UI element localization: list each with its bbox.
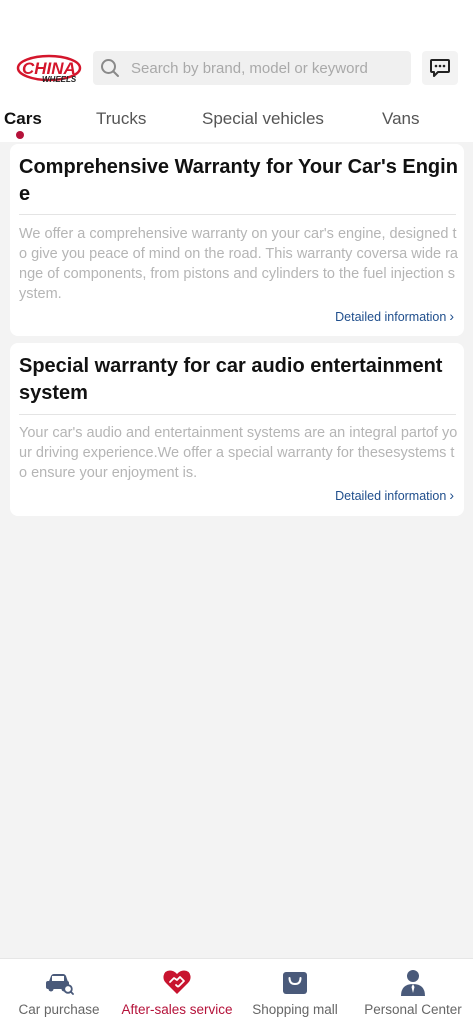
card-divider <box>19 214 456 215</box>
nav-label: Car purchase <box>18 1002 100 1017</box>
chevron-right-icon: › <box>449 487 454 503</box>
nav-after-sales-service[interactable]: After-sales service <box>118 959 236 1024</box>
header-bar: CHINA WHEELS <box>0 44 473 96</box>
tab-vans[interactable]: Vans <box>382 109 420 129</box>
chevron-right-icon: › <box>449 308 454 324</box>
nav-car-purchase[interactable]: Car purchase <box>0 959 118 1024</box>
nav-label: Shopping mall <box>252 1002 338 1017</box>
search-icon <box>100 58 120 78</box>
detailed-information-link[interactable]: Detailed information › <box>335 308 454 324</box>
car-search-icon <box>44 967 74 997</box>
logo-subtext: WHEELS <box>42 75 77 84</box>
tab-special-vehicles[interactable]: Special vehicles <box>202 109 324 129</box>
tab-trucks[interactable]: Trucks <box>96 109 146 129</box>
tab-cars[interactable]: Cars <box>4 109 42 129</box>
warranty-card[interactable]: Special warranty for car audio entertain… <box>10 343 464 516</box>
card-title: Comprehensive Warranty for Your Car's En… <box>19 156 458 205</box>
warranty-card[interactable]: Comprehensive Warranty for Your Car's En… <box>10 144 464 336</box>
status-bar <box>0 0 473 44</box>
active-tab-indicator <box>16 131 24 139</box>
nav-label: Personal Center <box>364 1002 462 1017</box>
nav-shopping-mall[interactable]: Shopping mall <box>236 959 354 1024</box>
category-tabs: Cars Trucks Special vehicles Vans <box>0 96 473 142</box>
nav-label: After-sales service <box>121 1002 233 1017</box>
bottom-navigation: Car purchase After-sales service Shoppin… <box>0 958 473 1024</box>
detail-link-label: Detailed information <box>335 489 447 503</box>
detail-link-label: Detailed information <box>335 310 447 324</box>
handshake-heart-icon <box>162 967 192 997</box>
card-description: Your car's audio and entertainment syste… <box>19 425 458 481</box>
detailed-information-link[interactable]: Detailed information › <box>335 487 454 503</box>
person-icon <box>398 967 428 997</box>
card-title: Special warranty for car audio entertain… <box>19 355 443 404</box>
china-wheels-logo[interactable]: CHINA WHEELS <box>16 54 84 86</box>
card-divider <box>19 414 456 415</box>
chat-bubble-icon <box>430 59 450 77</box>
shopping-bag-icon <box>280 967 310 997</box>
search-box[interactable] <box>93 51 411 85</box>
card-description: We offer a comprehensive warranty on you… <box>19 226 458 302</box>
nav-personal-center[interactable]: Personal Center <box>354 959 472 1024</box>
message-button[interactable] <box>422 51 458 85</box>
search-input[interactable] <box>131 51 401 85</box>
